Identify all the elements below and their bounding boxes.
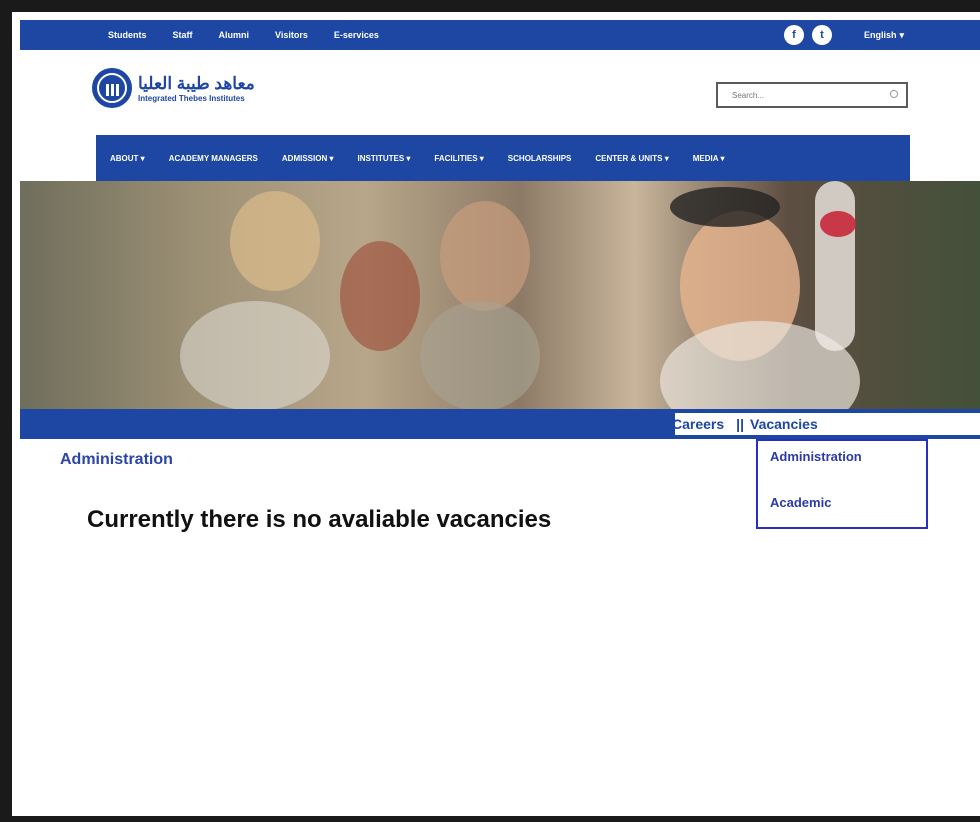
language-selector[interactable]: English ▾ (864, 20, 904, 50)
social-links: f t (784, 25, 832, 45)
breadcrumb-careers[interactable]: Careers (672, 416, 724, 432)
nav-item-facilities[interactable]: FACILITIES ▾ (434, 154, 483, 163)
search-input[interactable] (732, 84, 882, 106)
search-box (716, 82, 908, 108)
facebook-icon[interactable]: f (784, 25, 804, 45)
top-link-staff[interactable]: Staff (173, 30, 193, 40)
divider (20, 818, 980, 819)
section-title: Administration (60, 451, 173, 468)
top-bar: Students Staff Alumni Visitors E-service… (20, 20, 980, 50)
breadcrumb: Careers || Vacancies (672, 416, 818, 432)
logo-english-text: Integrated Thebes Institutes (138, 93, 245, 103)
browser-frame: Students Staff Alumni Visitors E-service… (0, 0, 980, 822)
breadcrumb-vacancies[interactable]: Vacancies (750, 416, 818, 432)
menu-item-administration[interactable]: Administration (770, 449, 862, 464)
breadcrumb-separator: || (736, 416, 744, 432)
nav-item-academy-managers[interactable]: ACADEMY MANAGERS (169, 154, 258, 163)
hero-banner-image (20, 181, 980, 409)
nav-item-about[interactable]: ABOUT ▾ (110, 154, 145, 163)
menu-item-academic[interactable]: Academic (770, 495, 831, 510)
nav-item-admission[interactable]: ADMISSION ▾ (282, 154, 334, 163)
logo-arabic-text: معاهد طيبة العليا (138, 73, 255, 93)
top-link-alumni[interactable]: Alumni (219, 30, 250, 40)
nav-item-institutes[interactable]: INSTITUTES ▾ (358, 154, 411, 163)
top-link-students[interactable]: Students (108, 30, 147, 40)
logo-emblem-icon (92, 68, 132, 108)
chevron-down-icon: ▾ (899, 29, 905, 40)
top-link-eservices[interactable]: E-services (334, 30, 379, 40)
nav-item-scholarships[interactable]: SCHOLARSHIPS (508, 154, 572, 163)
search-icon[interactable] (890, 90, 898, 98)
site-logo[interactable]: معاهد طيبة العليا Integrated Thebes Inst… (92, 68, 255, 108)
no-vacancies-message: Currently there is no avaliable vacancie… (87, 506, 552, 533)
main-nav: ABOUT ▾ ACADEMY MANAGERS ADMISSION ▾ INS… (96, 135, 910, 181)
twitter-icon[interactable]: t (812, 25, 832, 45)
language-label: English (864, 30, 897, 40)
vacancies-dropdown: Administration Academic (756, 439, 928, 529)
top-links: Students Staff Alumni Visitors E-service… (108, 20, 379, 50)
nav-item-center-units[interactable]: CENTER & UNITS ▾ (595, 154, 668, 163)
page-header-bar (20, 409, 980, 439)
top-link-visitors[interactable]: Visitors (275, 30, 308, 40)
nav-item-media[interactable]: MEDIA ▾ (693, 154, 725, 163)
